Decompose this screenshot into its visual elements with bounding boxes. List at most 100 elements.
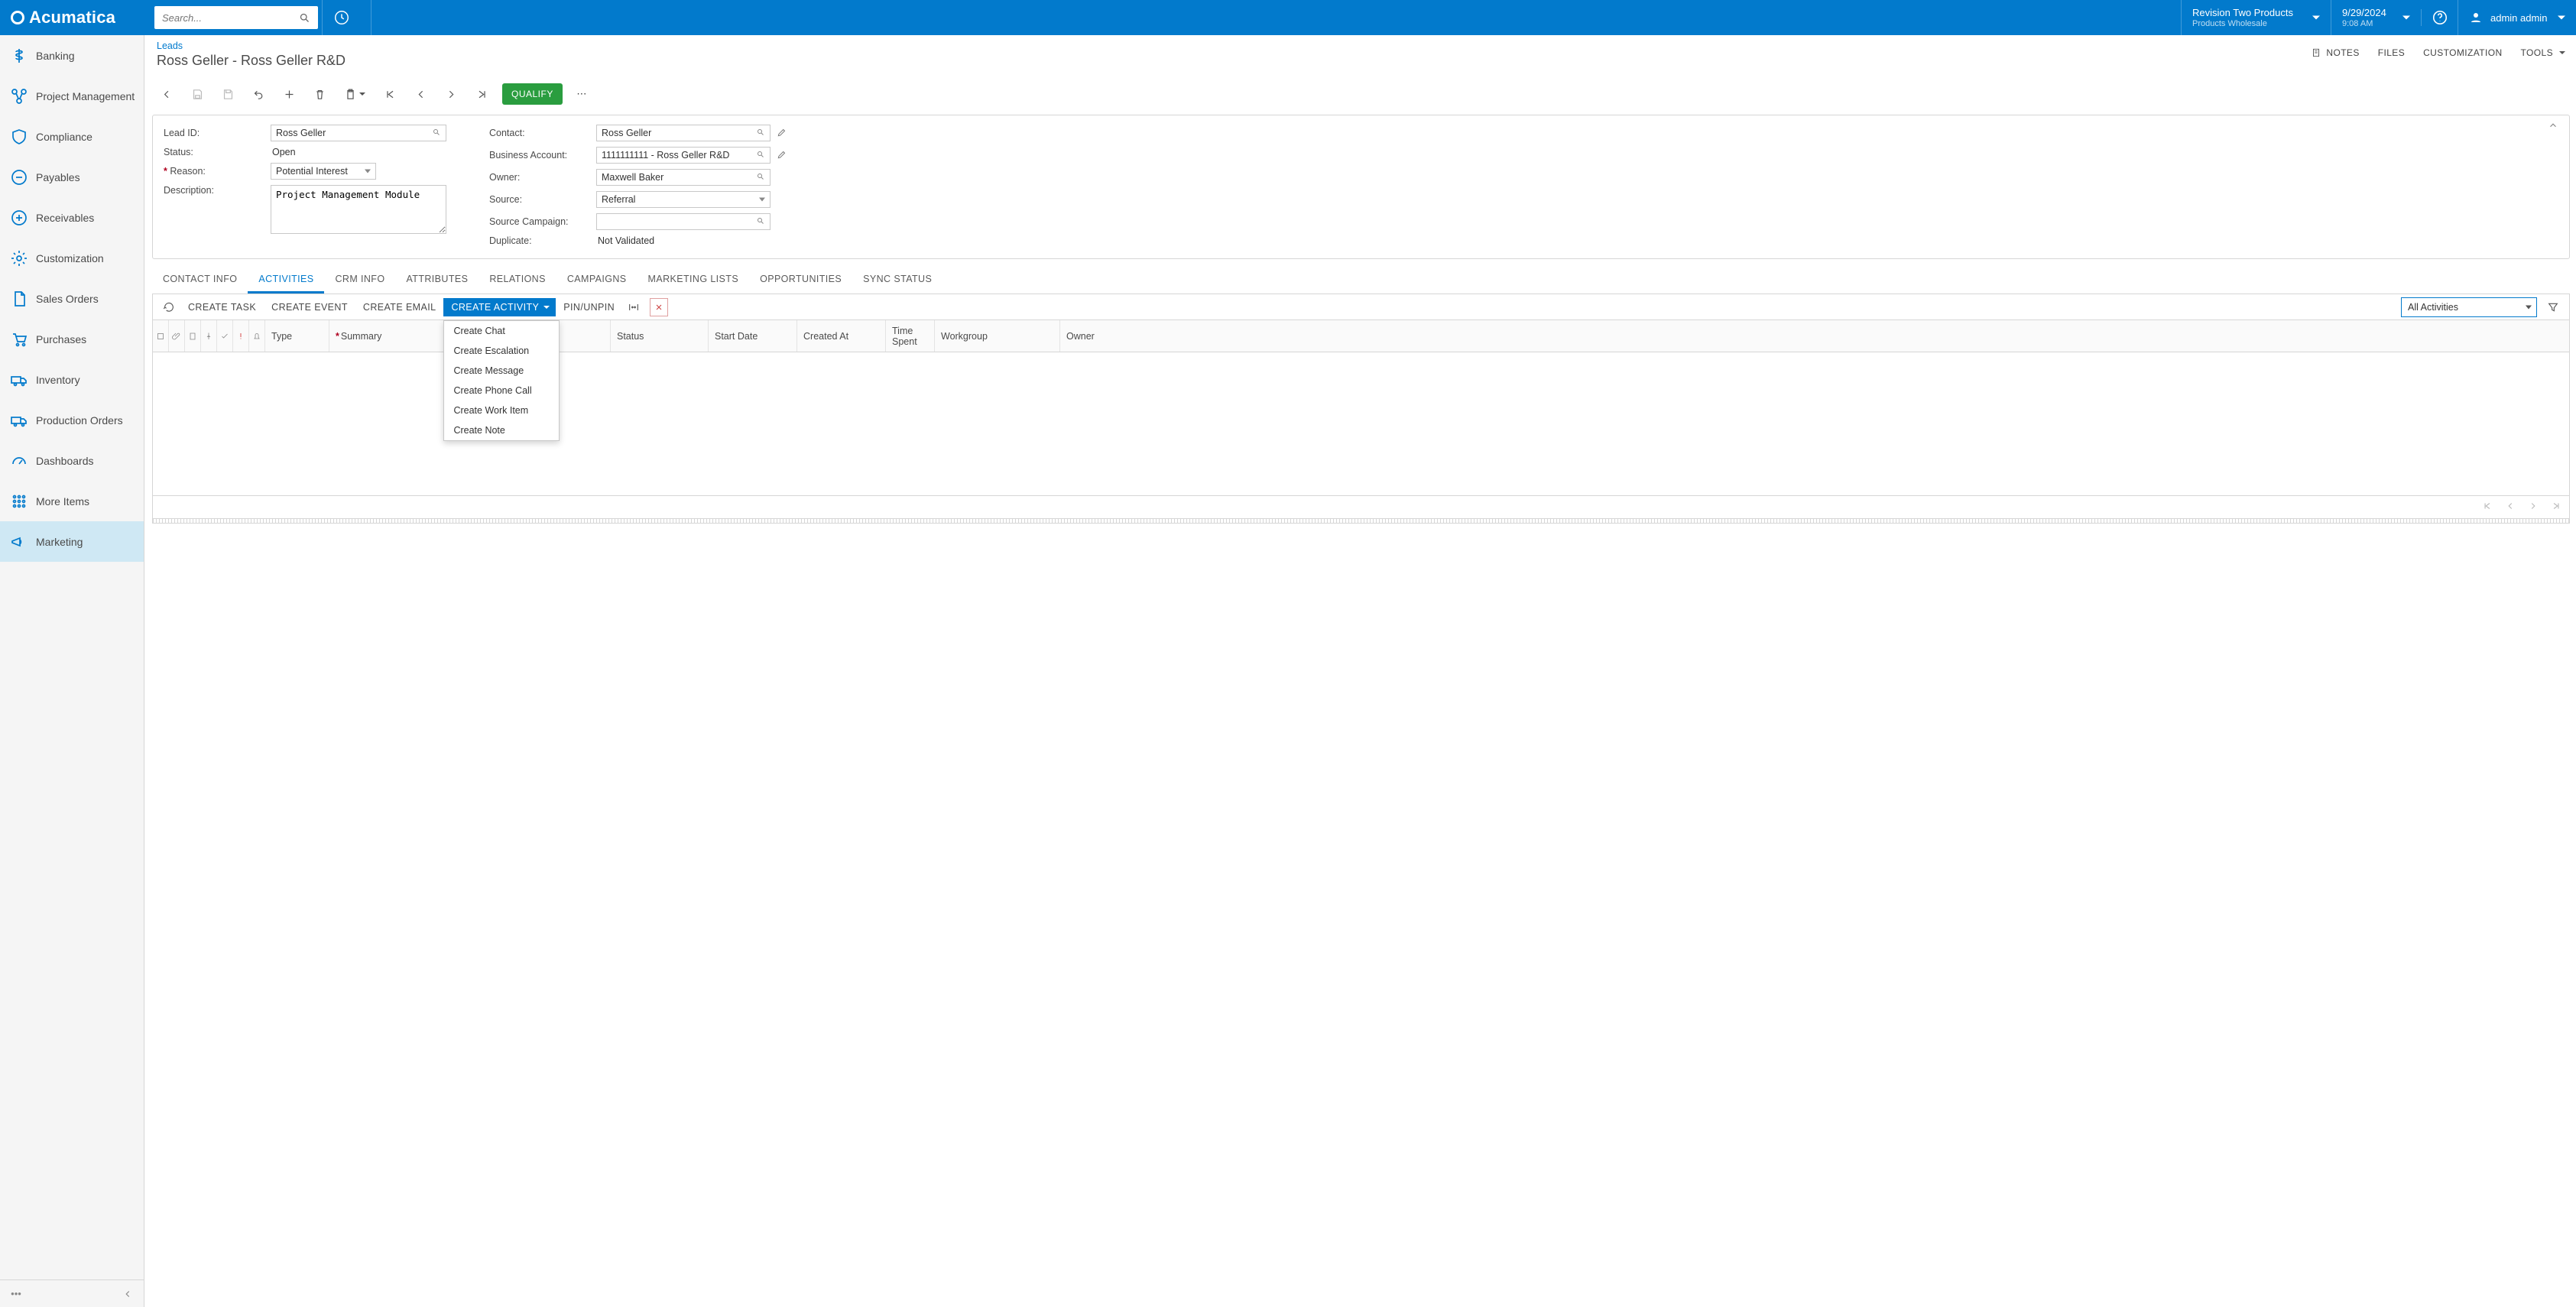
menu-create-message[interactable]: Create Message xyxy=(444,361,559,381)
tab-relations[interactable]: RELATIONS xyxy=(479,267,556,294)
tab-activities[interactable]: ACTIVITIES xyxy=(248,267,324,294)
activities-filter-select[interactable]: All Activities xyxy=(2401,297,2537,317)
col-created-at[interactable]: Created At xyxy=(797,320,886,352)
filter-button[interactable] xyxy=(2542,298,2565,316)
sidebar-item-production-orders[interactable]: Production Orders xyxy=(0,400,144,440)
delete-button[interactable] xyxy=(305,82,334,106)
pager-last-button[interactable] xyxy=(2551,501,2561,514)
col-owner[interactable]: Owner xyxy=(1060,320,1160,352)
prev-record-button[interactable] xyxy=(406,82,435,106)
sidebar-item-customization[interactable]: Customization xyxy=(0,238,144,278)
sidebar-item-sales-orders[interactable]: Sales Orders xyxy=(0,278,144,319)
search-input[interactable] xyxy=(154,6,318,29)
tab-marketing-lists[interactable]: MARKETING LISTS xyxy=(638,267,750,294)
save-button[interactable] xyxy=(183,82,212,106)
search-icon[interactable] xyxy=(756,216,767,227)
col-pin[interactable] xyxy=(201,320,217,352)
col-start-date[interactable]: Start Date xyxy=(709,320,797,352)
col-status[interactable]: Status xyxy=(611,320,709,352)
tab-sync-status[interactable]: SYNC STATUS xyxy=(852,267,942,294)
col-attachment[interactable] xyxy=(169,320,185,352)
customization-button[interactable]: CUSTOMIZATION xyxy=(2423,47,2502,58)
col-workgroup[interactable]: Workgroup xyxy=(935,320,1060,352)
search-icon[interactable] xyxy=(756,150,767,161)
fit-columns-button[interactable] xyxy=(622,298,645,316)
sidebar-item-purchases[interactable]: Purchases xyxy=(0,319,144,359)
tenant-switcher[interactable]: Revision Two Products Products Wholesale xyxy=(2181,0,2331,35)
more-actions-button[interactable]: ⋯ xyxy=(569,83,595,105)
create-task-button[interactable]: CREATE TASK xyxy=(180,299,264,316)
tab-campaigns[interactable]: CAMPAIGNS xyxy=(556,267,638,294)
more-dots-icon[interactable]: ••• xyxy=(8,1286,24,1302)
pin-unpin-button[interactable]: PIN/UNPIN xyxy=(556,299,622,316)
source-campaign-input[interactable] xyxy=(596,213,771,230)
tab-crm-info[interactable]: CRM INFO xyxy=(324,267,395,294)
sidebar-item-inventory[interactable]: Inventory xyxy=(0,359,144,400)
menu-create-work-item[interactable]: Create Work Item xyxy=(444,401,559,420)
last-record-button[interactable] xyxy=(467,82,496,106)
create-activity-button[interactable]: CREATE ACTIVITY xyxy=(443,298,556,316)
sidebar-item-more[interactable]: More Items xyxy=(0,481,144,521)
col-selector[interactable] xyxy=(153,320,169,352)
owner-input[interactable]: Maxwell Baker xyxy=(596,169,771,186)
collapse-panel-button[interactable] xyxy=(2548,120,2561,134)
timeclock-button[interactable] xyxy=(323,9,360,26)
pager-first-button[interactable] xyxy=(2482,501,2493,514)
create-email-button[interactable]: CREATE EMAIL xyxy=(355,299,444,316)
col-note[interactable] xyxy=(185,320,201,352)
refresh-button[interactable] xyxy=(157,298,180,316)
sidebar-item-compliance[interactable]: Compliance xyxy=(0,116,144,157)
export-excel-button[interactable] xyxy=(650,298,668,316)
search-icon[interactable] xyxy=(756,128,767,138)
sidebar-item-marketing[interactable]: Marketing xyxy=(0,521,144,562)
help-button[interactable] xyxy=(2421,9,2458,26)
user-menu[interactable]: admin admin xyxy=(2458,0,2576,35)
add-button[interactable] xyxy=(274,82,303,106)
undo-button[interactable] xyxy=(244,82,273,106)
lead-id-input[interactable]: Ross Geller xyxy=(271,125,446,141)
tab-contact-info[interactable]: CONTACT INFO xyxy=(152,267,248,294)
breadcrumb[interactable]: Leads xyxy=(157,41,183,51)
create-event-button[interactable]: CREATE EVENT xyxy=(264,299,355,316)
logo[interactable]: Acumatica xyxy=(0,0,144,35)
business-date-switcher[interactable]: 9/29/2024 9:08 AM xyxy=(2331,0,2421,35)
search-icon[interactable] xyxy=(756,172,767,183)
sidebar-item-banking[interactable]: Banking xyxy=(0,35,144,76)
notes-button[interactable]: NOTES xyxy=(2311,47,2359,58)
reason-select[interactable]: Potential Interest xyxy=(271,163,376,180)
qualify-button[interactable]: QUALIFY xyxy=(502,83,563,105)
clipboard-button[interactable] xyxy=(336,82,374,106)
sidebar-item-payables[interactable]: Payables xyxy=(0,157,144,197)
col-time-spent[interactable]: Time Spent xyxy=(886,320,935,352)
sidebar-item-dashboards[interactable]: Dashboards xyxy=(0,440,144,481)
menu-create-note[interactable]: Create Note xyxy=(444,420,559,440)
sidebar-item-project-management[interactable]: Project Management xyxy=(0,76,144,116)
back-button[interactable] xyxy=(152,82,181,106)
edit-contact-button[interactable] xyxy=(777,127,789,139)
search-icon[interactable] xyxy=(298,6,311,29)
save-close-button[interactable] xyxy=(213,82,242,106)
business-account-input[interactable]: 1111111111 - Ross Geller R&D xyxy=(596,147,771,164)
search-icon[interactable] xyxy=(432,128,443,138)
collapse-sidebar-button[interactable] xyxy=(119,1286,136,1302)
next-record-button[interactable] xyxy=(436,82,466,106)
col-type[interactable]: Type xyxy=(265,320,329,352)
tab-opportunities[interactable]: OPPORTUNITIES xyxy=(749,267,852,294)
source-select[interactable]: Referral xyxy=(596,191,771,208)
col-priority[interactable] xyxy=(233,320,249,352)
pager-next-button[interactable] xyxy=(2528,501,2539,514)
tab-attributes[interactable]: ATTRIBUTES xyxy=(395,267,479,294)
col-reminder[interactable] xyxy=(249,320,265,352)
tools-button[interactable]: TOOLS xyxy=(2521,47,2565,58)
pager-prev-button[interactable] xyxy=(2505,501,2516,514)
edit-ba-button[interactable] xyxy=(777,149,789,161)
menu-create-chat[interactable]: Create Chat xyxy=(444,321,559,341)
description-textarea[interactable] xyxy=(271,185,446,234)
menu-create-escalation[interactable]: Create Escalation xyxy=(444,341,559,361)
col-complete[interactable] xyxy=(217,320,233,352)
first-record-button[interactable] xyxy=(375,82,404,106)
sidebar-item-receivables[interactable]: Receivables xyxy=(0,197,144,238)
files-button[interactable]: FILES xyxy=(2378,47,2405,58)
menu-create-phone-call[interactable]: Create Phone Call xyxy=(444,381,559,401)
contact-input[interactable]: Ross Geller xyxy=(596,125,771,141)
